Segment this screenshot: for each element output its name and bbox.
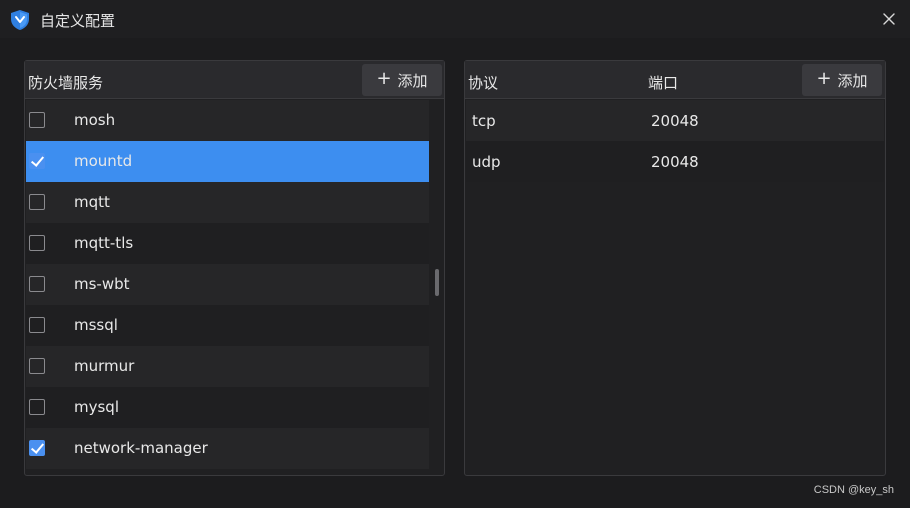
service-checkbox[interactable] (29, 235, 45, 251)
service-name: murmur (74, 357, 135, 375)
ports-table: tcp 20048 udp 20048 (466, 100, 884, 182)
service-checkbox[interactable] (29, 153, 45, 169)
title-bar: 自定义配置 (0, 0, 910, 38)
service-checkbox[interactable] (29, 112, 45, 128)
protocol-cell: udp (472, 153, 501, 171)
service-row[interactable]: mssql (26, 305, 429, 346)
port-cell: 20048 (651, 153, 699, 171)
service-name: mountd (74, 152, 133, 170)
service-row[interactable]: mqtt (26, 182, 429, 223)
add-service-label: 添加 (397, 71, 428, 90)
add-port-button[interactable]: + 添加 (802, 64, 882, 96)
port-row[interactable]: tcp 20048 (466, 100, 884, 141)
services-list: mosh mountd mqtt mqtt-tls ms-wbt mssql murmur m… (26, 100, 429, 472)
close-icon[interactable] (878, 8, 900, 30)
add-service-button[interactable]: + 添加 (362, 64, 442, 96)
service-row[interactable]: mosh (26, 100, 429, 141)
service-name: network-manager (74, 439, 208, 457)
plus-icon: + (816, 67, 832, 89)
service-name: mysql (74, 398, 119, 416)
port-row[interactable]: udp 20048 (466, 141, 884, 182)
ports-panel: 协议 端口 + 添加 tcp 20048 udp 20048 (464, 60, 886, 476)
service-name: mqtt-tls (74, 234, 134, 252)
service-row[interactable]: mqtt-tls (26, 223, 429, 264)
service-checkbox[interactable] (29, 440, 45, 456)
service-checkbox[interactable] (29, 317, 45, 333)
port-cell: 20048 (651, 112, 699, 130)
service-row[interactable]: ms-wbt (26, 264, 429, 305)
watermark: CSDN @key_sh (813, 484, 894, 496)
ports-header: 协议 端口 + 添加 (465, 61, 885, 99)
protocol-column-header: 协议 (468, 74, 499, 92)
services-header: 防火墙服务 + 添加 (25, 61, 444, 99)
shield-icon (11, 10, 29, 30)
service-checkbox[interactable] (29, 358, 45, 374)
service-name: mosh (74, 111, 116, 129)
service-checkbox[interactable] (29, 276, 45, 292)
service-name: mssql (74, 316, 118, 334)
add-port-label: 添加 (837, 71, 868, 90)
service-row[interactable]: mysql (26, 387, 429, 428)
services-header-label: 防火墙服务 (28, 74, 104, 92)
services-scrollbar[interactable] (435, 269, 439, 296)
port-column-header: 端口 (648, 74, 679, 92)
service-row[interactable]: mountd (26, 141, 429, 182)
service-name: mqtt (74, 193, 110, 211)
plus-icon: + (376, 67, 392, 89)
window-title: 自定义配置 (40, 12, 116, 30)
service-name: ms-wbt (74, 275, 130, 293)
service-checkbox[interactable] (29, 399, 45, 415)
firewall-services-panel: 防火墙服务 + 添加 mosh mountd mqtt mqtt-tls ms-wbt m… (24, 60, 445, 476)
service-checkbox[interactable] (29, 194, 45, 210)
service-row[interactable]: network-manager (26, 428, 429, 469)
service-row[interactable]: murmur (26, 346, 429, 387)
protocol-cell: tcp (472, 112, 496, 130)
